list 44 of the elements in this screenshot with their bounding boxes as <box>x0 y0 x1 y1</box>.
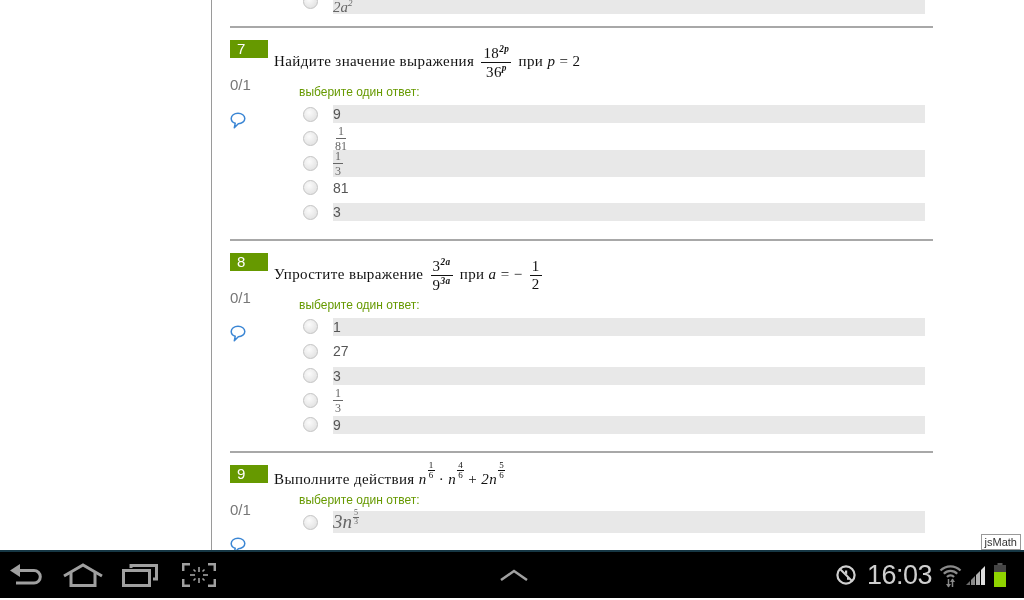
answer-option[interactable]: 3 <box>333 366 925 385</box>
question-score: 0/1 <box>230 289 251 305</box>
speech-bubble-icon[interactable] <box>230 537 246 550</box>
answer-instruction: выберите один ответ: <box>299 494 421 507</box>
speech-bubble-icon[interactable] <box>230 324 246 342</box>
answer-option[interactable]: 27 <box>333 342 925 361</box>
caret-icon[interactable] <box>500 569 528 581</box>
radio-button[interactable] <box>303 343 318 359</box>
home-icon[interactable] <box>63 563 103 587</box>
radio-button[interactable] <box>303 368 318 384</box>
no-sign-icon <box>836 565 856 585</box>
recent-apps-icon[interactable] <box>122 563 158 587</box>
answer-option[interactable]: 1 3 <box>333 386 925 414</box>
answer-option[interactable]: 1 3 <box>333 149 925 177</box>
screenshot-icon[interactable] <box>182 563 216 587</box>
clock-time: 16:03 <box>867 560 933 590</box>
radio-button[interactable] <box>303 155 318 171</box>
radio-button[interactable] <box>303 131 318 147</box>
signal-icon <box>966 565 986 585</box>
speech-bubble-icon[interactable] <box>230 112 246 129</box>
radio-button[interactable] <box>303 319 318 335</box>
answer-option[interactable]: 2a$^{2}$ <box>333 0 925 14</box>
question-score: 0/1 <box>230 77 251 92</box>
wifi-icon <box>939 562 963 588</box>
question-score: 0/1 <box>230 502 251 517</box>
back-icon[interactable] <box>10 564 42 586</box>
radio-button[interactable] <box>303 204 318 220</box>
radio-button[interactable] <box>303 514 318 530</box>
answer-option[interactable]: 9 <box>333 415 925 434</box>
radio-button[interactable] <box>303 417 318 433</box>
answer-option[interactable]: 3 <box>333 203 925 222</box>
battery-icon <box>994 563 1007 587</box>
answer-instruction: выберите один ответ: <box>299 86 421 99</box>
question-number: 7 <box>230 40 268 58</box>
answer-option[interactable]: 81 <box>333 178 925 197</box>
answer-option[interactable]: 1 <box>333 317 925 336</box>
question-number: 8 <box>230 252 268 271</box>
radio-button[interactable] <box>303 180 318 196</box>
question-number: 9 <box>230 465 268 483</box>
radio-button[interactable] <box>303 392 318 408</box>
radio-button[interactable] <box>303 106 318 122</box>
jsmath-button[interactable]: jsMath <box>980 534 1021 550</box>
answer-instruction: выберите один ответ: <box>299 298 421 312</box>
answer-option[interactable]: 9 <box>333 105 925 124</box>
